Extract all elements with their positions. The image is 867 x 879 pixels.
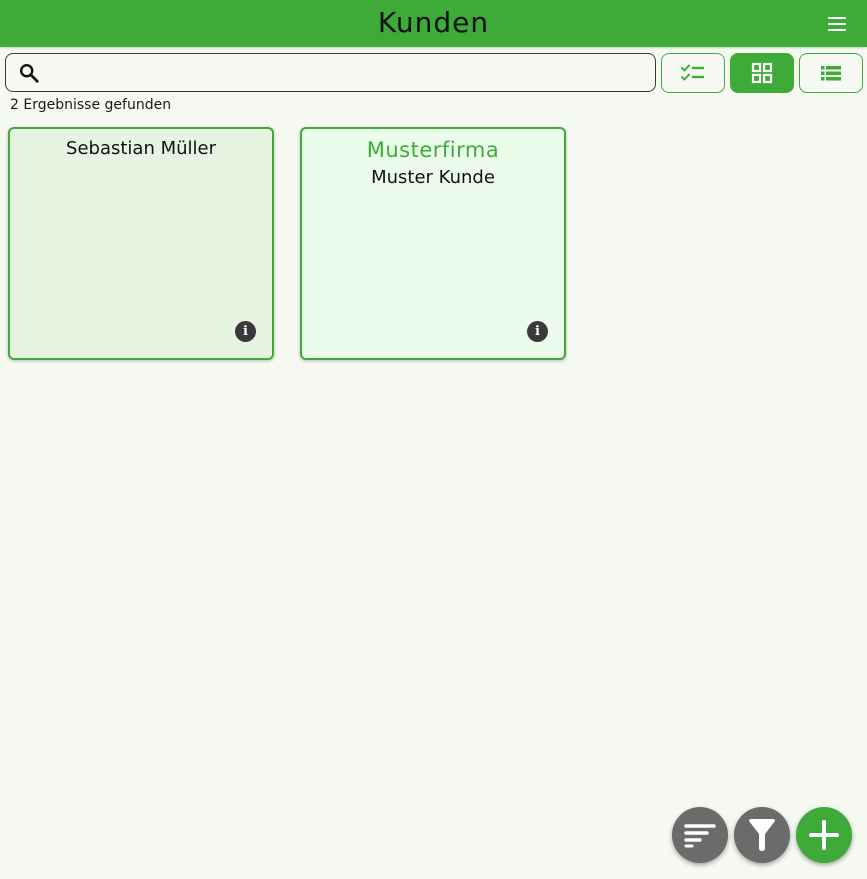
info-icon[interactable]: i [527,321,548,342]
hamburger-menu-icon [828,17,846,20]
checklist-icon [681,64,704,81]
list-view-button[interactable] [799,53,863,93]
sort-icon [684,824,716,848]
info-icon[interactable]: i [235,321,256,342]
multi-select-button[interactable] [661,53,725,93]
grid-view-button[interactable] [730,53,794,93]
customer-name: Muster Kunde [371,167,495,188]
sort-button[interactable] [672,807,728,863]
menu-button[interactable] [825,12,851,36]
app-bar: Kunden [0,0,867,47]
customer-name: Sebastian Müller [66,138,216,159]
add-icon [809,820,839,850]
customer-card[interactable]: Sebastian Müller i [8,127,274,360]
company-name: Musterfirma [366,138,500,162]
list-view-icon [821,66,841,81]
add-customer-button[interactable] [796,807,852,863]
customer-card[interactable]: Musterfirma Muster Kunde i [300,127,566,360]
filter-button[interactable] [734,807,790,863]
search-input[interactable] [50,60,649,88]
filter-icon [749,819,775,851]
grid-view-icon [751,62,773,84]
search-icon [20,64,39,83]
result-count: 2 Ergebnisse gefunden [10,97,172,113]
search-field[interactable] [5,53,656,92]
page-title: Kunden [377,6,490,39]
